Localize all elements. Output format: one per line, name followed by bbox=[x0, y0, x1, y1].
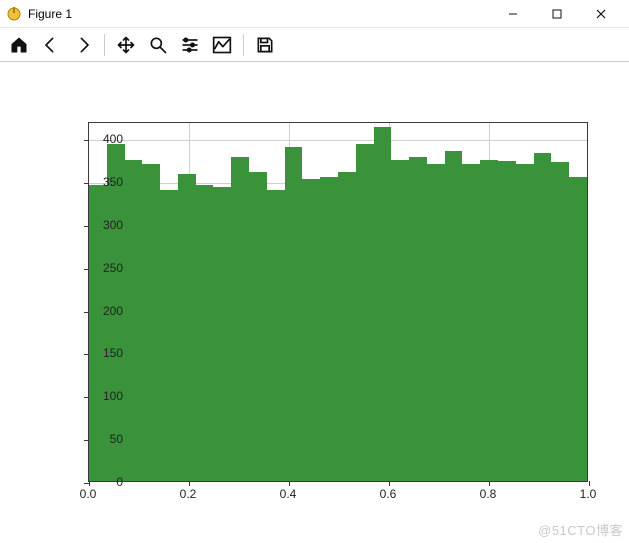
watermark: @51CTO博客 bbox=[538, 520, 623, 539]
bar bbox=[196, 185, 214, 481]
bar bbox=[445, 151, 463, 481]
bar bbox=[160, 190, 178, 481]
bar bbox=[231, 157, 249, 481]
bar bbox=[320, 177, 338, 481]
bar bbox=[178, 174, 196, 481]
bar bbox=[142, 164, 160, 481]
bar bbox=[125, 160, 143, 481]
bar bbox=[249, 172, 267, 481]
ytick-label: 250 bbox=[89, 261, 123, 275]
ytick-label: 400 bbox=[89, 132, 123, 146]
bar bbox=[480, 160, 498, 481]
ytick-label: 150 bbox=[89, 346, 123, 360]
xtick-label: 0.0 bbox=[80, 487, 97, 501]
zoom-icon[interactable] bbox=[145, 32, 171, 58]
toolbar bbox=[0, 28, 629, 62]
window-controls bbox=[491, 0, 623, 28]
forward-icon[interactable] bbox=[70, 32, 96, 58]
ytick-label: 300 bbox=[89, 218, 123, 232]
pan-icon[interactable] bbox=[113, 32, 139, 58]
window-title: Figure 1 bbox=[28, 7, 491, 21]
bar bbox=[391, 160, 409, 481]
toolbar-separator bbox=[243, 34, 244, 56]
bar bbox=[356, 144, 374, 481]
maximize-button[interactable] bbox=[535, 0, 579, 28]
xtick-label: 1.0 bbox=[580, 487, 597, 501]
bar bbox=[374, 127, 392, 481]
minimize-button[interactable] bbox=[491, 0, 535, 28]
close-button[interactable] bbox=[579, 0, 623, 28]
bar bbox=[409, 157, 427, 481]
chart-axes bbox=[88, 122, 588, 482]
ytick-label: 50 bbox=[89, 432, 123, 446]
ytick-label: 350 bbox=[89, 175, 123, 189]
app-icon bbox=[6, 6, 22, 22]
xtick-label: 0.6 bbox=[380, 487, 397, 501]
bar bbox=[534, 153, 552, 481]
xtick-label: 0.8 bbox=[480, 487, 497, 501]
xtick-label: 0.4 bbox=[280, 487, 297, 501]
ytick-label: 200 bbox=[89, 304, 123, 318]
bar bbox=[516, 164, 534, 481]
bar bbox=[338, 172, 356, 481]
back-icon[interactable] bbox=[38, 32, 64, 58]
toolbar-separator bbox=[104, 34, 105, 56]
bar bbox=[213, 187, 231, 481]
plot-area: 050100150200250300350400 0.00.20.40.60.8… bbox=[0, 62, 629, 543]
bar bbox=[551, 162, 569, 481]
ytick-label: 100 bbox=[89, 389, 123, 403]
bar bbox=[267, 190, 285, 481]
home-icon[interactable] bbox=[6, 32, 32, 58]
bar bbox=[462, 164, 480, 481]
bar bbox=[285, 147, 303, 481]
edit-icon[interactable] bbox=[209, 32, 235, 58]
histogram-bars bbox=[89, 123, 587, 481]
bar bbox=[569, 177, 587, 481]
titlebar: Figure 1 bbox=[0, 0, 629, 28]
xtick-label: 0.2 bbox=[180, 487, 197, 501]
save-icon[interactable] bbox=[252, 32, 278, 58]
subplots-icon[interactable] bbox=[177, 32, 203, 58]
bar bbox=[427, 164, 445, 481]
bar bbox=[302, 179, 320, 481]
bar bbox=[498, 161, 516, 481]
